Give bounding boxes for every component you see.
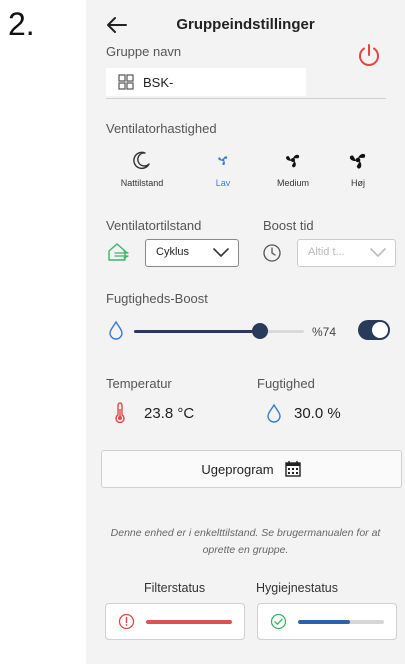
- fan-speed-night-label: Nattilstand: [120, 178, 164, 188]
- fan-medium-icon: [286, 154, 300, 168]
- humidity-value: 30.0 %: [294, 405, 341, 422]
- week-program-button[interactable]: Ugeprogram: [101, 450, 402, 488]
- filter-status-label: Filterstatus: [144, 581, 206, 595]
- group-name-field[interactable]: BSK-: [106, 68, 306, 96]
- toggle-knob: [372, 322, 388, 338]
- boost-time-select[interactable]: Altid t...: [297, 239, 396, 267]
- humidity-boost-value: %74: [312, 325, 337, 339]
- temperature-value: 23.8 °C: [144, 405, 195, 422]
- humidity-boost-toggle[interactable]: [358, 320, 390, 340]
- fan-speed-medium[interactable]: Medium: [263, 150, 323, 188]
- hygiene-status-card[interactable]: [257, 603, 397, 640]
- filter-status-card[interactable]: [105, 603, 245, 640]
- group-name-row: BSK-: [106, 66, 386, 99]
- fan-speed-low[interactable]: Lav: [193, 150, 253, 188]
- fan-speed-medium-label: Medium: [276, 178, 309, 188]
- thermometer-icon: [115, 402, 125, 424]
- clock-icon: [263, 244, 281, 262]
- step-number: 2.: [8, 6, 35, 42]
- humidity-boost-label: Fugtigheds-Boost: [106, 291, 208, 306]
- boost-time-label: Boost tid: [263, 218, 314, 233]
- fan-large-icon: [349, 153, 366, 169]
- fan-speed-high[interactable]: Høj: [328, 150, 388, 188]
- page-title: Gruppeindstillinger: [176, 16, 315, 33]
- humidity-label: Fugtighed: [257, 376, 315, 391]
- hygiene-status-bar: [298, 620, 384, 624]
- group-name-value: BSK-: [143, 75, 174, 90]
- filter-status-bar: [146, 620, 232, 624]
- moon-icon: [133, 151, 150, 170]
- humidity-boost-slider[interactable]: [134, 323, 304, 339]
- mode-label: Ventilatortilstand: [106, 218, 202, 233]
- mode-select-value: Cyklus: [156, 246, 190, 258]
- hygiene-status-bar-fill: [298, 620, 350, 624]
- water-drop-icon: [267, 403, 281, 423]
- boost-time-select-value: Altid t...: [308, 246, 345, 258]
- phone-screen: Gruppeindstillinger Gruppe navn BSK- Ven…: [86, 0, 405, 664]
- grid-icon: [118, 74, 134, 90]
- chevron-down-icon: [370, 248, 386, 257]
- alert-circle-icon: [118, 613, 135, 630]
- single-mode-info: Denne enhed er i enkelttilstand. Se brug…: [110, 527, 381, 556]
- humidity-boost-slider-fill: [134, 330, 260, 333]
- temperature-label: Temperatur: [106, 376, 172, 391]
- water-drop-icon: [109, 320, 123, 340]
- filter-status-bar-fill: [146, 620, 232, 624]
- house-ventilation-icon: [108, 243, 129, 261]
- fan-small-icon: [218, 156, 228, 166]
- fan-speed-high-label: Høj: [351, 178, 365, 188]
- group-name-label: Gruppe navn: [106, 44, 182, 59]
- fan-speed-night[interactable]: Nattilstand: [112, 150, 172, 188]
- chevron-down-icon: [213, 248, 229, 257]
- hygiene-status-label: Hygiejnestatus: [256, 581, 338, 595]
- calendar-icon: [285, 461, 301, 477]
- week-program-label: Ugeprogram: [201, 462, 274, 477]
- mode-select[interactable]: Cyklus: [145, 239, 239, 267]
- fan-speed-label: Ventilatorhastighed: [106, 121, 217, 136]
- fan-speed-low-label: Lav: [215, 178, 231, 188]
- power-icon[interactable]: [356, 42, 382, 68]
- check-circle-icon: [270, 613, 287, 630]
- humidity-boost-slider-handle[interactable]: [251, 323, 268, 339]
